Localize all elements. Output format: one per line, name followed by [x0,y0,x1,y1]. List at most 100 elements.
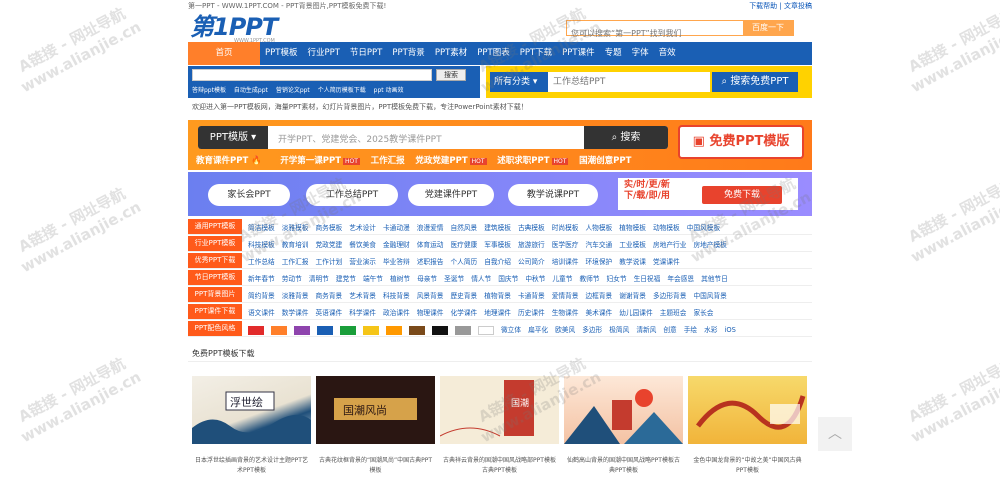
nav-fonts[interactable]: 字体 [627,42,654,65]
color-swatch[interactable] [248,325,264,335]
category-link[interactable]: 工业模板 [619,241,646,249]
category-link[interactable]: 美术课件 [586,309,613,317]
category-link[interactable]: 教师节 [579,275,599,283]
category-link[interactable]: 年会感恩 [667,275,694,283]
category-link[interactable]: 餐饮美食 [349,241,376,249]
nav-ppt-materials[interactable]: PPT素材 [430,42,472,65]
category-link[interactable]: 商务模板 [316,224,343,232]
pill-work-summary[interactable]: 工作总结PPT [306,184,398,206]
category-link[interactable]: 述职报告 [417,258,444,266]
category-link[interactable]: 清新风 [636,326,656,334]
category-link[interactable]: 劳动节 [282,275,302,283]
category-link[interactable]: 儿童节 [552,275,572,283]
category-header[interactable]: PPT配色风格 [188,321,242,336]
category-link[interactable]: 简洁模板 [248,224,275,232]
category-link[interactable]: 科技背景 [383,292,410,300]
suggestion-link[interactable]: 个人简历模板下载 [318,87,366,94]
category-link[interactable]: 商务背景 [316,292,343,300]
card-thumbnail[interactable] [688,376,807,444]
pill-parents-meeting[interactable]: 家长会PPT [208,184,290,206]
color-swatch[interactable] [455,325,471,335]
category-link[interactable]: 中国风背景 [693,292,726,300]
template-card[interactable]: 金色中国龙背景的“中故之美”中国风古典PPT模板 [688,376,807,484]
category-link[interactable]: 微立体 [501,326,521,334]
card-caption[interactable]: 金色中国龙背景的“中故之美”中国风古典PPT模板 [688,456,807,476]
category-link[interactable]: 医疗健康 [451,241,478,249]
suggestion-link[interactable]: 自动生成ppt [234,87,268,94]
category-link[interactable]: 简约背景 [248,292,275,300]
hot-link[interactable]: 开学第一课PPT HOT [280,156,360,166]
category-link[interactable]: 主题班会 [660,309,687,317]
category-link[interactable]: 生日祝福 [634,275,661,283]
category-link[interactable]: 多边形背景 [653,292,686,300]
nav-ppt-charts[interactable]: PPT图表 [472,42,514,65]
category-link[interactable]: 卡通背景 [518,292,545,300]
category-link[interactable]: 科学课件 [349,309,376,317]
ad-search-input[interactable] [548,72,710,92]
color-swatch[interactable] [409,325,425,335]
category-link[interactable]: 谢谢背景 [619,292,646,300]
card-caption[interactable]: 仙鹤高山背景的国潮中国风战略PPT模板古典PPT模板 [564,456,683,476]
category-link[interactable]: 医学医疗 [552,241,579,249]
category-link[interactable]: 环境保护 [586,258,613,266]
help-links[interactable]: 下载帮助 | 文章投稿 [749,1,812,11]
category-link[interactable]: 欧美风 [555,326,575,334]
nav-ppt-backgrounds[interactable]: PPT背景 [387,42,429,65]
category-link[interactable]: 人物模板 [586,224,613,232]
category-link[interactable]: 风景背景 [417,292,444,300]
category-link[interactable]: 化学课件 [451,309,478,317]
hot-link[interactable]: 工作汇报 [371,156,405,166]
card-caption[interactable]: 古典花纹框背景的“国潮风尚”中国古典PPT模板 [316,456,435,476]
category-link[interactable]: 毕业答辩 [383,258,410,266]
free-ppt-button[interactable]: ▣ 免费PPT模版 [678,125,804,159]
category-header[interactable]: PPT背景图片 [188,287,242,302]
category-header[interactable]: 行业PPT模板 [188,236,242,251]
suggestion-link[interactable]: ppt 动画效 [374,87,404,94]
category-link[interactable]: 培训课件 [552,258,579,266]
category-header[interactable]: 节日PPT模板 [188,270,242,285]
category-link[interactable]: 古典模板 [518,224,545,232]
category-header[interactable]: 优秀PPT下载 [188,253,242,268]
category-link[interactable]: 创意 [663,326,676,334]
category-link[interactable]: 艺术设计 [349,224,376,232]
category-link[interactable]: 国庆节 [498,275,518,283]
color-swatch[interactable] [363,325,379,335]
category-header[interactable]: PPT课件下载 [188,304,242,319]
category-link[interactable]: 扁平化 [528,326,548,334]
category-link[interactable]: 动物模板 [653,224,680,232]
category-link[interactable]: 地理课件 [484,309,511,317]
card-caption[interactable]: 日本浮世绘插画背景的艺术设计主题PPT艺术PPT模板 [192,456,311,476]
card-thumbnail[interactable]: 浮世绘 [192,376,311,444]
banner-select[interactable]: PPT模版 ▾ [198,126,268,149]
site-search-button[interactable]: 搜索 [436,69,466,81]
category-link[interactable]: 圣诞节 [444,275,464,283]
suggestion-link[interactable]: 营销论文ppt [276,87,310,94]
category-link[interactable]: 清明节 [309,275,329,283]
color-swatch[interactable] [478,325,494,335]
nav-home[interactable]: 首页 [188,42,260,65]
category-link[interactable]: 边框背景 [586,292,613,300]
pill-party-courseware[interactable]: 党建课件PPT [408,184,494,206]
category-link[interactable]: 妇女节 [607,275,627,283]
category-link[interactable]: 科技模板 [248,241,275,249]
nav-ppt-courseware[interactable]: PPT课件 [557,42,599,65]
category-link[interactable]: 中秋节 [525,275,545,283]
free-download-button[interactable]: 免费下载 [702,186,782,204]
card-thumbnail[interactable]: 国潮 [439,376,559,444]
nav-ppt-templates[interactable]: PPT模板 [260,42,302,65]
category-link[interactable]: 政治课件 [383,309,410,317]
category-link[interactable]: 房地产行业 [653,241,686,249]
hot-link[interactable]: 教育课件PPT 🔥 [196,156,270,166]
category-link[interactable]: 多边形 [582,326,602,334]
category-link[interactable]: 党课课件 [653,258,680,266]
hot-link[interactable]: 述职求职PPT HOT [497,156,569,166]
category-link[interactable]: 金融理财 [383,241,410,249]
category-link[interactable]: 个人简历 [451,258,478,266]
category-link[interactable]: 卡通动漫 [383,224,410,232]
banner-search-button[interactable]: ⌕ 搜索 [584,126,668,149]
category-link[interactable]: 公司简介 [518,258,545,266]
template-card[interactable]: 浮世绘 日本浮世绘插画背景的艺术设计主题PPT艺术PPT模板 [192,376,311,484]
category-link[interactable]: 历史课件 [518,309,545,317]
category-link[interactable]: 旅游旅行 [518,241,545,249]
category-link[interactable]: 体育运动 [417,241,444,249]
